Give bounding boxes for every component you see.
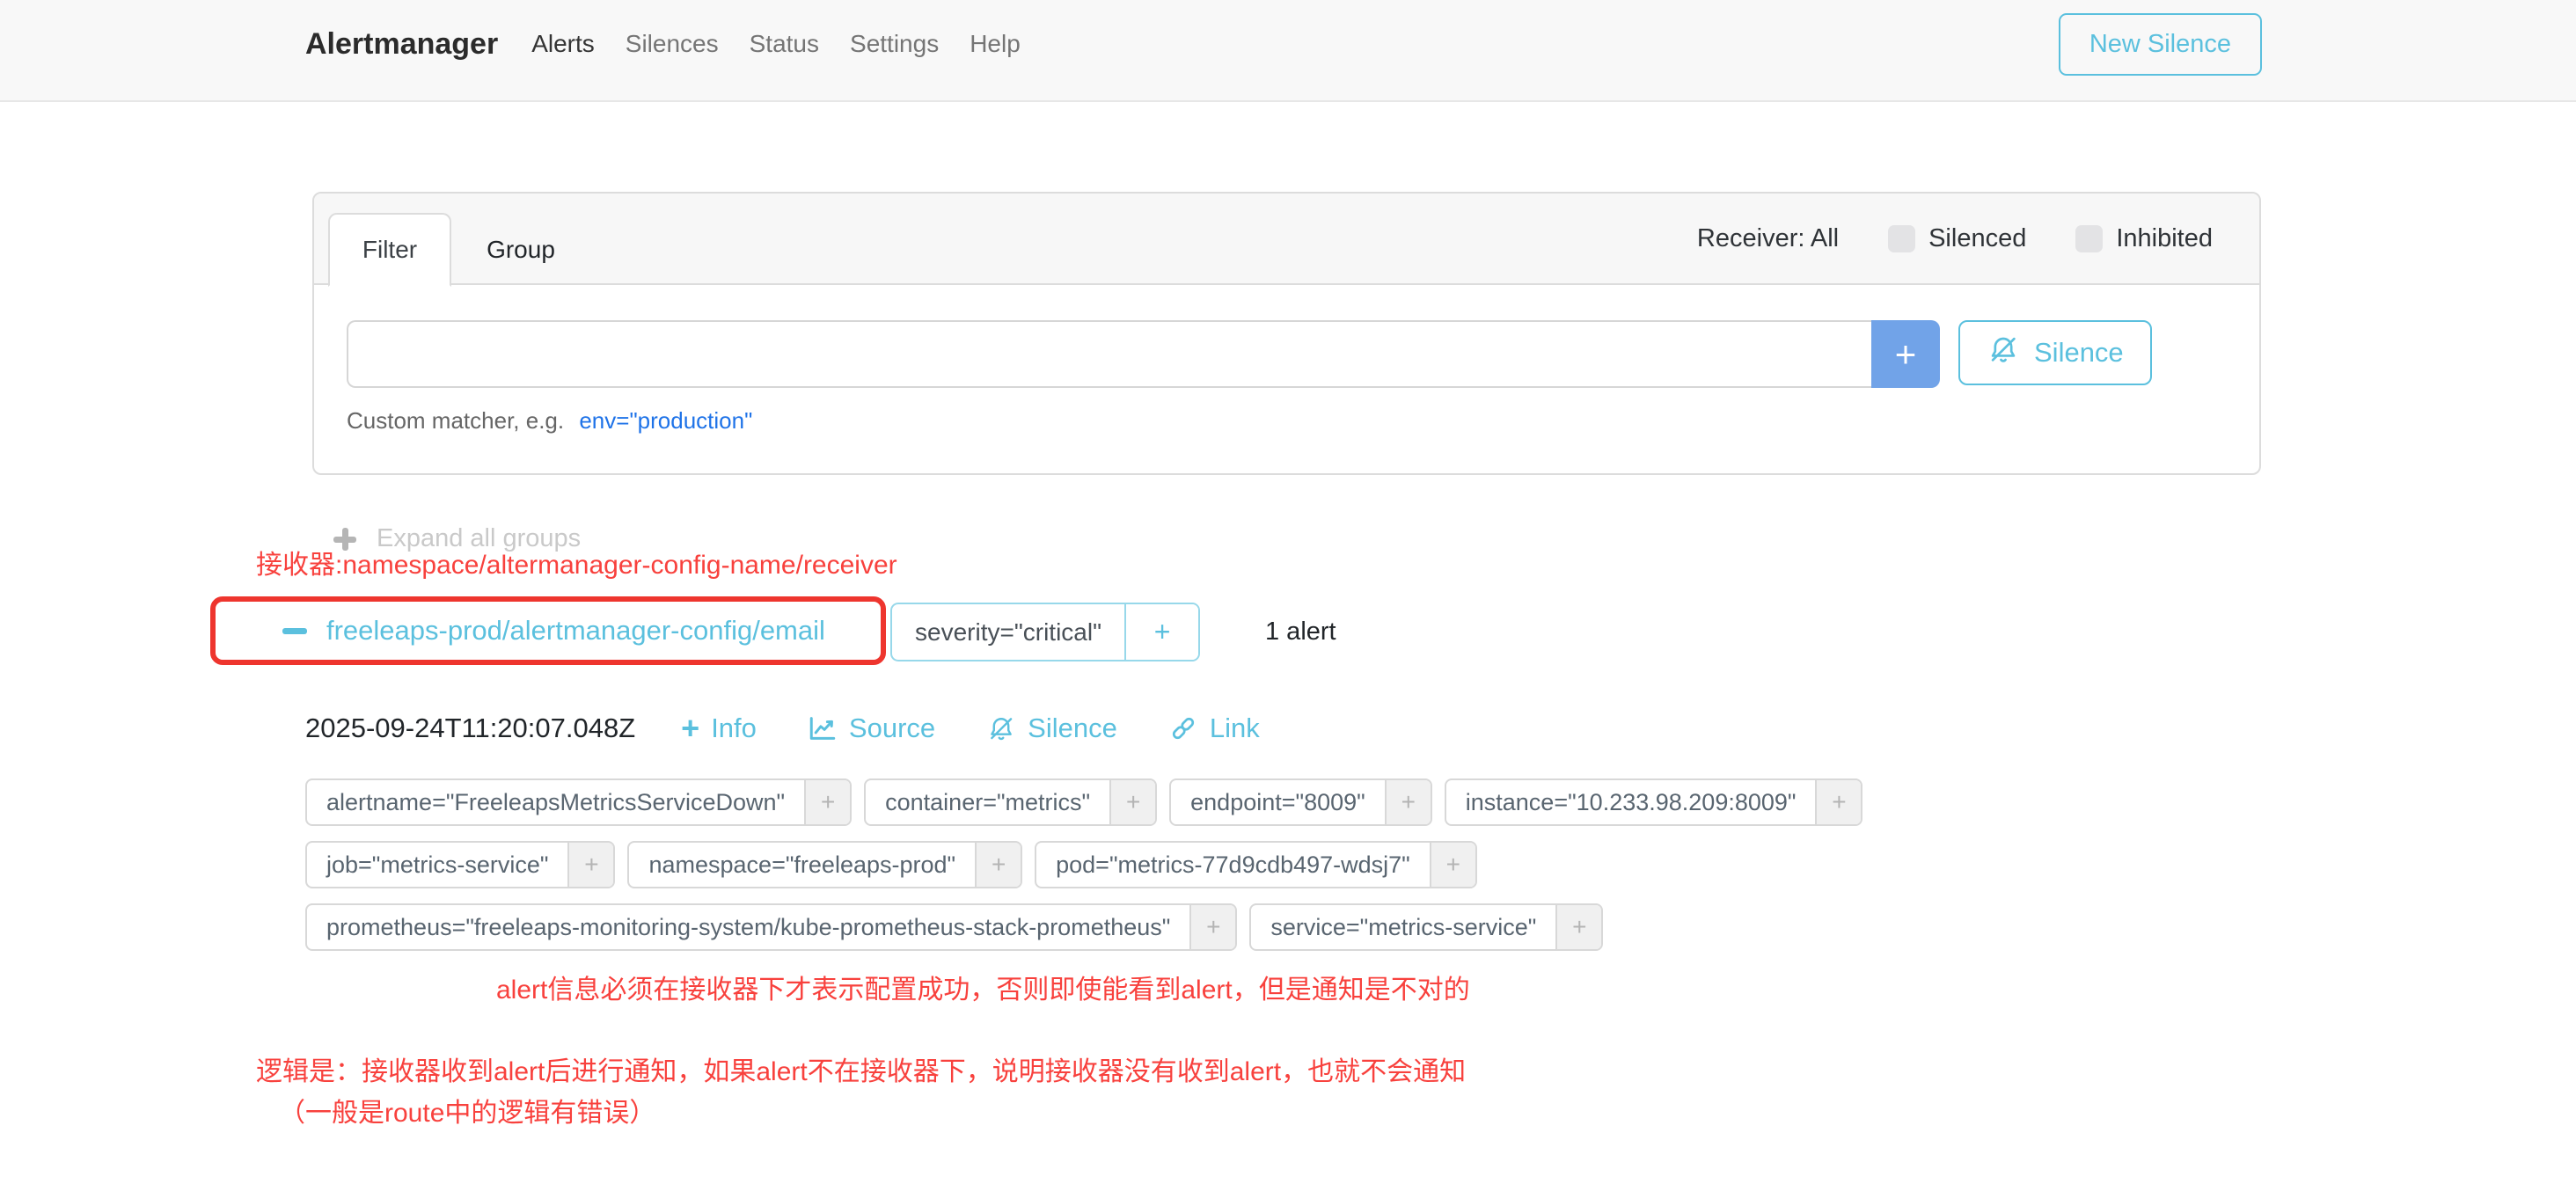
inhibited-toggle[interactable]: Inhibited bbox=[2075, 224, 2213, 253]
matcher-hint-example-link[interactable]: env="production" bbox=[579, 407, 752, 434]
annotation-logic-note-line1: 逻辑是：接收器收到alert后进行通知，如果alert不在接收器下，说明接收器没… bbox=[256, 1049, 1466, 1088]
label-tag-service: service="metrics-service" + bbox=[1249, 903, 1603, 951]
label-tag-job: job="metrics-service" + bbox=[305, 841, 615, 888]
label-text: alertname="FreeleapsMetricsServiceDown" bbox=[307, 780, 804, 824]
tab-group[interactable]: Group bbox=[464, 213, 578, 287]
label-tag-instance: instance="10.233.98.209:8009" + bbox=[1445, 778, 1863, 826]
add-matcher-button[interactable]: + bbox=[1871, 320, 1940, 388]
matcher-hint: Custom matcher, e.g. env="production" bbox=[347, 407, 2227, 435]
label-text: container="metrics" bbox=[866, 780, 1109, 824]
group-matcher-add-button[interactable]: + bbox=[1124, 604, 1198, 660]
filter-options: Receiver: All Silenced Inhibited bbox=[1697, 194, 2213, 283]
navbar: Alertmanager Alerts Silences Status Sett… bbox=[0, 0, 2576, 102]
silence-filter-button[interactable]: Silence bbox=[1958, 320, 2152, 385]
alert-meta-row: 2025-09-24T11:20:07.048Z + Info Source S… bbox=[305, 713, 1311, 744]
silence-filter-label: Silence bbox=[2034, 337, 2124, 369]
silenced-checkbox[interactable] bbox=[1888, 225, 1915, 252]
label-add-filter-button[interactable]: + bbox=[804, 780, 850, 824]
nav-item-help[interactable]: Help bbox=[970, 30, 1021, 58]
label-text: job="metrics-service" bbox=[307, 843, 567, 887]
label-text: instance="10.233.98.209:8009" bbox=[1446, 780, 1816, 824]
label-text: endpoint="8009" bbox=[1171, 780, 1385, 824]
matcher-input[interactable] bbox=[347, 320, 1871, 388]
label-text: prometheus="freeleaps-monitoring-system/… bbox=[307, 905, 1189, 949]
label-text: namespace="freeleaps-prod" bbox=[629, 843, 975, 887]
alert-source-label: Source bbox=[849, 713, 935, 744]
alert-source-link[interactable]: Source bbox=[808, 713, 935, 744]
label-add-filter-button[interactable]: + bbox=[567, 843, 613, 887]
matcher-row: + Silence bbox=[347, 320, 2227, 388]
label-tag-prometheus: prometheus="freeleaps-monitoring-system/… bbox=[305, 903, 1237, 951]
nav-item-settings[interactable]: Settings bbox=[850, 30, 939, 58]
alert-group-name[interactable]: freeleaps-prod/alertmanager-config/email bbox=[326, 615, 825, 647]
tab-filter[interactable]: Filter bbox=[328, 213, 451, 287]
nav-links: Alerts Silences Status Settings Help bbox=[531, 30, 1021, 58]
label-add-filter-button[interactable]: + bbox=[1109, 780, 1155, 824]
inhibited-label: Inhibited bbox=[2116, 224, 2213, 253]
alert-silence-label: Silence bbox=[1028, 713, 1117, 744]
alert-silence-button[interactable]: Silence bbox=[986, 713, 1117, 744]
annotation-logic-note-line2: （一般是route中的逻辑有错误） bbox=[279, 1091, 655, 1129]
filter-panel: Filter Group Receiver: All Silenced Inhi… bbox=[312, 192, 2261, 475]
label-add-filter-button[interactable]: + bbox=[975, 843, 1021, 887]
alert-info-button[interactable]: + Info bbox=[681, 713, 757, 744]
label-row: alertname="FreeleapsMetricsServiceDown" … bbox=[305, 778, 1862, 826]
collapse-minus-icon[interactable] bbox=[282, 628, 307, 634]
group-matcher-tag: severity="critical" + bbox=[890, 603, 1200, 661]
filter-panel-body: + Silence Custom matcher, e.g. env="prod… bbox=[314, 285, 2259, 435]
receiver-selector[interactable]: Receiver: All bbox=[1697, 224, 1839, 253]
nav-item-alerts[interactable]: Alerts bbox=[531, 30, 595, 58]
matcher-hint-text: Custom matcher, e.g. bbox=[347, 407, 564, 434]
label-text: service="metrics-service" bbox=[1251, 905, 1555, 949]
bell-slash-icon bbox=[1987, 333, 2020, 373]
label-tag-container: container="metrics" + bbox=[864, 778, 1157, 826]
label-add-filter-button[interactable]: + bbox=[1555, 905, 1601, 949]
label-tag-endpoint: endpoint="8009" + bbox=[1169, 778, 1432, 826]
app-brand[interactable]: Alertmanager bbox=[305, 27, 498, 62]
filter-panel-header: Filter Group Receiver: All Silenced Inhi… bbox=[314, 194, 2259, 285]
plus-icon: + bbox=[681, 713, 699, 744]
alert-link-label: Link bbox=[1210, 713, 1260, 744]
alert-group-header[interactable]: freeleaps-prod/alertmanager-config/email bbox=[210, 596, 886, 665]
alert-timestamp: 2025-09-24T11:20:07.048Z bbox=[305, 713, 635, 744]
label-row: job="metrics-service" + namespace="freel… bbox=[305, 841, 1862, 888]
label-tag-alertname: alertname="FreeleapsMetricsServiceDown" … bbox=[305, 778, 852, 826]
annotation-alert-note: alert信息必须在接收器下才表示配置成功，否则即使能看到alert，但是通知是… bbox=[496, 968, 1470, 1006]
alert-link-button[interactable]: Link bbox=[1168, 713, 1260, 744]
silenced-label: Silenced bbox=[1928, 224, 2026, 253]
chain-link-icon bbox=[1168, 713, 1198, 743]
group-matcher-text: severity="critical" bbox=[892, 604, 1124, 660]
alert-info-label: Info bbox=[711, 713, 757, 744]
label-tag-pod: pod="metrics-77d9cdb497-wdsj7" + bbox=[1035, 841, 1477, 888]
label-tag-namespace: namespace="freeleaps-prod" + bbox=[627, 841, 1022, 888]
bell-slash-icon bbox=[986, 713, 1016, 743]
inhibited-checkbox[interactable] bbox=[2075, 225, 2103, 252]
label-add-filter-button[interactable]: + bbox=[1189, 905, 1235, 949]
label-row: prometheus="freeleaps-monitoring-system/… bbox=[305, 903, 1862, 951]
line-chart-icon bbox=[808, 713, 838, 743]
label-add-filter-button[interactable]: + bbox=[1385, 780, 1431, 824]
nav-item-silences[interactable]: Silences bbox=[626, 30, 719, 58]
label-text: pod="metrics-77d9cdb497-wdsj7" bbox=[1036, 843, 1430, 887]
alert-labels: alertname="FreeleapsMetricsServiceDown" … bbox=[305, 778, 1862, 951]
nav-item-status[interactable]: Status bbox=[750, 30, 819, 58]
silenced-toggle[interactable]: Silenced bbox=[1888, 224, 2026, 253]
label-add-filter-button[interactable]: + bbox=[1430, 843, 1475, 887]
alert-count: 1 alert bbox=[1265, 618, 1336, 647]
annotation-receiver-note: 接收器:namespace/altermanager-config-name/r… bbox=[256, 543, 897, 581]
label-add-filter-button[interactable]: + bbox=[1815, 780, 1861, 824]
new-silence-button[interactable]: New Silence bbox=[2059, 13, 2262, 76]
